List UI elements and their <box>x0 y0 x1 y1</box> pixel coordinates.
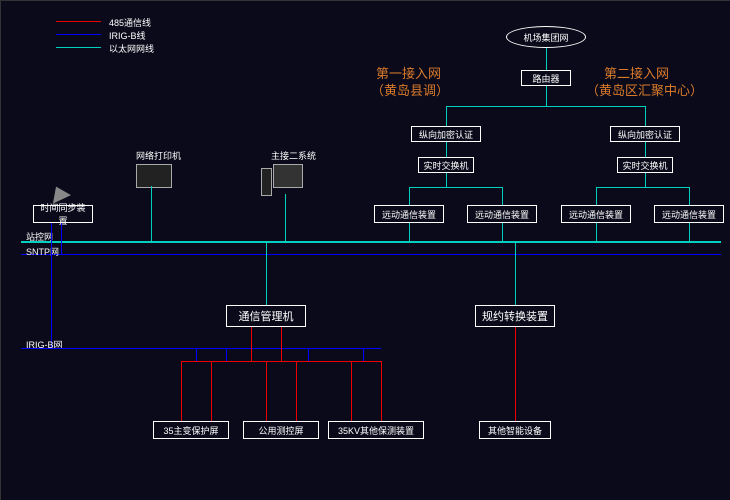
conn-blue <box>226 348 227 361</box>
conn <box>645 173 646 187</box>
conn <box>446 106 447 126</box>
bus-irigb <box>21 348 381 349</box>
conn <box>266 243 267 305</box>
conn <box>689 187 690 205</box>
node-router: 路由器 <box>521 70 571 86</box>
node-comm1: 远动通信装置 <box>374 205 444 223</box>
conn <box>515 243 516 305</box>
conn-red <box>211 361 212 421</box>
conn-blue <box>51 223 52 348</box>
conn-red <box>381 361 382 421</box>
conn-red <box>251 327 252 361</box>
conn <box>546 48 547 70</box>
node-dev1: 35主变保护屏 <box>153 421 229 439</box>
conn <box>446 106 646 107</box>
node-auth-left: 纵向加密认证 <box>411 126 481 142</box>
conn-red <box>181 361 182 421</box>
conn <box>446 173 447 187</box>
legend-key-eth <box>56 47 101 48</box>
conn <box>645 106 646 126</box>
node-switch-right: 实时交换机 <box>617 157 673 173</box>
conn-red <box>515 327 516 421</box>
conn-blue <box>308 348 309 361</box>
diagram-canvas: 485通信线 IRIG-B线 以太网网线 机场集团网 路由器 第一接入网 （黄岛… <box>0 0 730 500</box>
conn-red <box>266 361 267 421</box>
node-proto-conv: 规约转换装置 <box>475 305 555 327</box>
conn <box>285 194 286 241</box>
node-switch-left: 实时交换机 <box>418 157 474 173</box>
legend-key-irig <box>56 34 101 35</box>
node-dev2: 公用测控屏 <box>243 421 319 439</box>
conn-red <box>281 327 282 361</box>
node-dev3: 35KV其他保测装置 <box>328 421 424 439</box>
node-dev4: 其他智能设备 <box>479 421 551 439</box>
bus-station <box>21 241 721 243</box>
node-comm2: 远动通信装置 <box>467 205 537 223</box>
conn <box>409 223 410 241</box>
label-printer: 网络打印机 <box>136 149 181 162</box>
legend-key-485 <box>56 21 101 22</box>
conn <box>446 142 447 157</box>
printer-icon <box>136 164 172 188</box>
annot-net1-l2: （黄岛县调） <box>371 80 449 99</box>
node-auth-right: 纵向加密认证 <box>610 126 680 142</box>
conn-red <box>296 361 297 421</box>
conn-blue <box>363 348 364 361</box>
conn <box>502 187 503 205</box>
node-comm-mgr: 通信管理机 <box>226 305 306 327</box>
conn <box>596 223 597 241</box>
node-time-sync: 时间同步装置 <box>33 205 93 223</box>
legend-label-485: 485通信线 <box>109 16 151 29</box>
conn <box>409 187 410 205</box>
label-irigb: IRIG-B网 <box>26 338 63 351</box>
label-workstation: 主接二系统 <box>271 149 316 162</box>
monitor-icon <box>273 164 303 188</box>
node-comm3: 远动通信装置 <box>561 205 631 223</box>
conn <box>151 186 152 241</box>
conn <box>689 223 690 241</box>
conn <box>596 187 690 188</box>
conn <box>645 142 646 157</box>
label-sntp: SNTP网 <box>26 245 59 258</box>
conn <box>502 223 503 241</box>
conn <box>596 187 597 205</box>
node-comm4: 远动通信装置 <box>654 205 724 223</box>
legend-label-irig: IRIG-B线 <box>109 29 146 42</box>
annot-net2-l2: （黄岛区汇聚中心） <box>586 80 703 99</box>
conn-blue <box>196 348 197 361</box>
conn <box>409 187 503 188</box>
bus-sntp <box>21 254 721 255</box>
legend-label-eth: 以太网网线 <box>109 42 154 55</box>
tower-icon <box>261 168 272 196</box>
conn-blue <box>61 223 62 254</box>
node-top-network: 机场集团网 <box>506 26 586 48</box>
conn-red <box>351 361 352 421</box>
conn <box>546 86 547 106</box>
